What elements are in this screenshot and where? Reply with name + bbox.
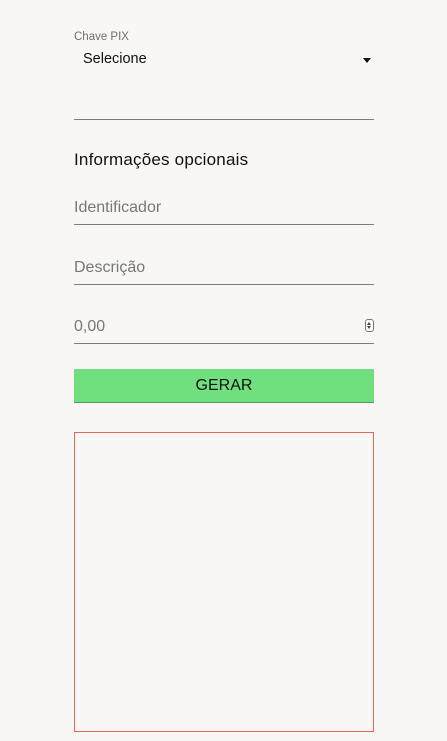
qr-code-area [74,432,374,732]
pix-key-underline [74,119,374,120]
number-spinner-icon[interactable] [365,319,374,332]
amount-input[interactable]: 0,00 [74,313,374,344]
caret-down-icon [363,58,371,63]
pix-key-selected-value: Selecione [83,51,147,67]
identifier-placeholder: Identificador [74,199,162,216]
pix-key-label: Chave PIX [74,31,129,43]
optional-section-title: Informações opcionais [74,150,249,169]
description-input[interactable]: Descrição [74,254,374,285]
amount-placeholder: 0,00 [74,318,106,335]
description-placeholder: Descrição [74,259,146,276]
generate-button[interactable]: GERAR [74,369,374,403]
pix-key-select[interactable]: Selecione [74,50,374,70]
page: Chave PIX Selecione Informações opcionai… [0,0,447,741]
spinner-up-icon[interactable] [367,322,371,325]
spinner-down-icon[interactable] [367,326,371,329]
identifier-input[interactable]: Identificador [74,194,374,225]
